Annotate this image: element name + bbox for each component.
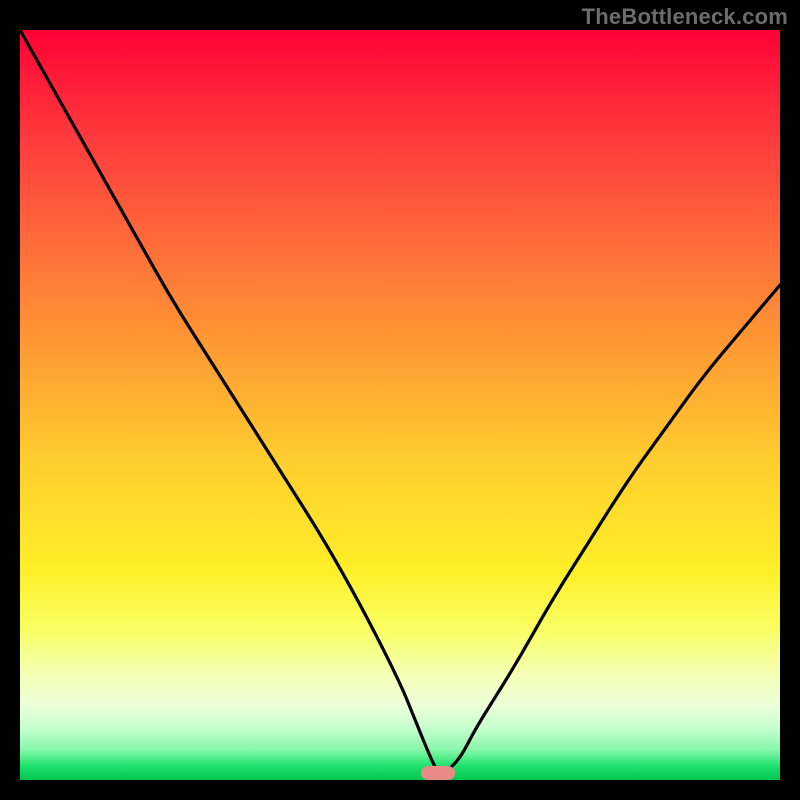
watermark-text: TheBottleneck.com — [582, 4, 788, 30]
bottleneck-curve — [20, 30, 780, 773]
chart-frame: TheBottleneck.com — [0, 0, 800, 800]
optimal-marker — [421, 766, 455, 780]
plot-area — [20, 30, 780, 780]
curve-svg — [20, 30, 780, 780]
